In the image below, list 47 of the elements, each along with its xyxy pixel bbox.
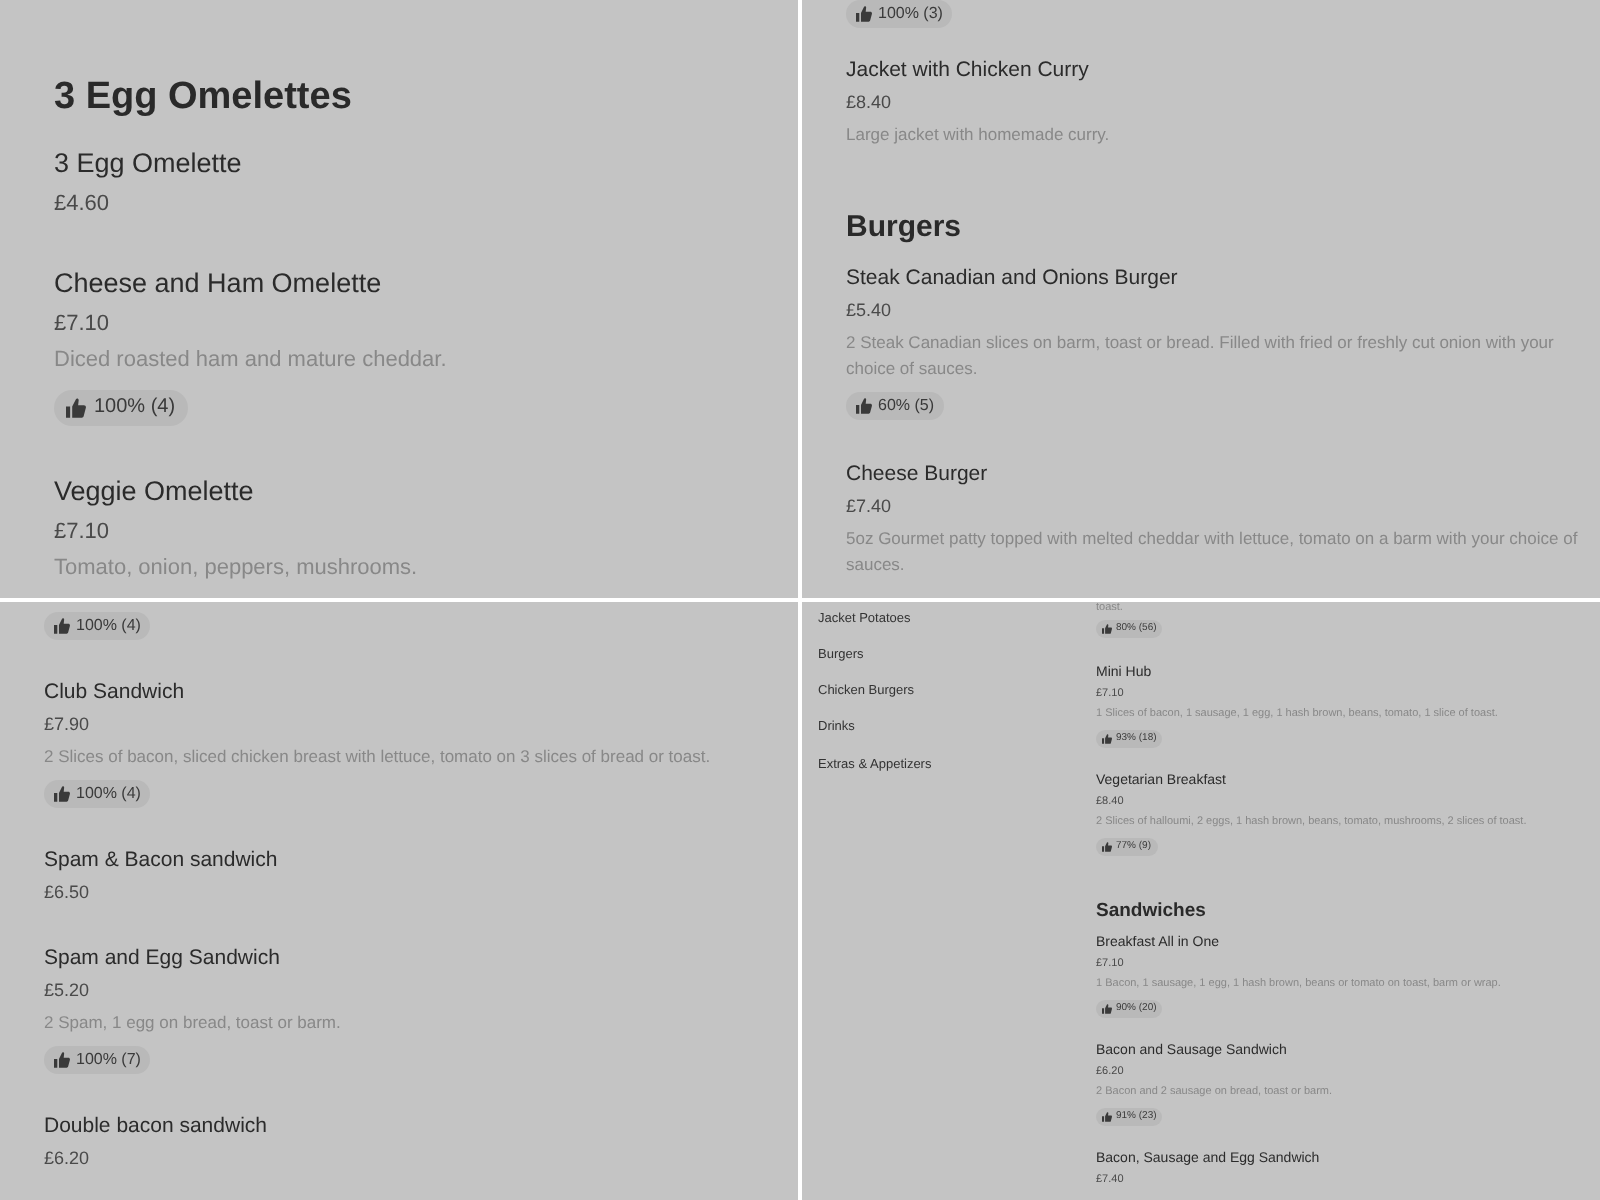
section-heading: Sandwiches <box>1096 897 1208 923</box>
section-heading: Burgers <box>846 208 964 248</box>
dish-name[interactable]: Double bacon sandwich <box>44 1112 778 1142</box>
dish-price: £5.40 <box>846 298 894 324</box>
thumbs-up-icon <box>54 1052 70 1068</box>
dish-name[interactable]: Veggie Omelette <box>54 474 774 510</box>
thumbs-up-icon <box>856 6 872 22</box>
dish-price: £4.60 <box>54 190 112 218</box>
dish-name[interactable]: Cheese Burger <box>846 460 1580 490</box>
thumbs-up-icon <box>54 618 70 634</box>
thumbs-up-icon <box>1102 841 1112 851</box>
rating-text: 100% (4) <box>76 616 141 636</box>
thumbs-up-icon <box>1102 1111 1112 1121</box>
rating-text: 60% (5) <box>878 396 935 416</box>
thumbs-up-icon <box>1102 733 1112 743</box>
dish-name[interactable]: Cheese and Ham Omelette <box>54 266 774 302</box>
dish-price: £8.40 <box>846 90 894 116</box>
dish-name[interactable]: Spam and Egg Sandwich <box>44 944 778 974</box>
dish-price: £5.20 <box>44 978 92 1004</box>
dish-description: Diced roasted ham and mature cheddar. <box>54 346 449 376</box>
dish-price: £6.20 <box>44 1146 92 1172</box>
thumbs-up-icon <box>856 398 872 414</box>
dish-name[interactable]: Steak Canadian and Onions Burger <box>846 264 1580 294</box>
dish-price: £7.10 <box>54 310 112 338</box>
dish-description: 2 Slices of bacon, sliced chicken breast with lettuce, tomato on 3 slices of bread or toast. <box>44 744 713 770</box>
rating-text: 100% (4) <box>94 396 176 420</box>
dish-price: £7.90 <box>44 712 92 738</box>
dish-description: Large jacket with homemade curry. <box>846 122 1112 148</box>
dish-description: Tomato, onion, peppers, mushrooms. <box>54 554 420 584</box>
rating-text: 100% (4) <box>76 784 141 804</box>
dish-name[interactable]: Jacket with Chicken Curry <box>846 56 1580 86</box>
dish-description: 2 Spam, 1 egg on bread, toast or barm. <box>44 1010 343 1036</box>
dish-price: £6.50 <box>44 880 92 906</box>
dish-description: 5oz Gourmet patty topped with melted cheddar with lettuce, tomato on a barm with your choice of sauces. <box>846 526 1580 578</box>
thumbs-up-icon <box>54 786 70 802</box>
dish-description: 2 Steak Canadian slices on barm, toast or bread. Filled with fried or freshly cut onion with your choice of sauces. <box>846 330 1556 382</box>
thumbs-up-icon <box>1102 1003 1112 1013</box>
dish-name[interactable]: 3 Egg Omelette <box>54 146 774 182</box>
rating-text: 100% (7) <box>76 1050 141 1070</box>
dish-name[interactable]: Spam & Bacon sandwich <box>44 846 778 876</box>
section-heading: 3 Egg Omelettes <box>54 74 354 122</box>
dish-name[interactable]: Club Sandwich <box>44 678 778 708</box>
dish-price: £7.10 <box>54 518 112 546</box>
thumbs-up-icon <box>66 398 86 418</box>
dish-price: £7.40 <box>846 494 894 520</box>
thumbs-up-icon <box>1102 623 1112 633</box>
rating-text: 100% (3) <box>878 4 943 24</box>
